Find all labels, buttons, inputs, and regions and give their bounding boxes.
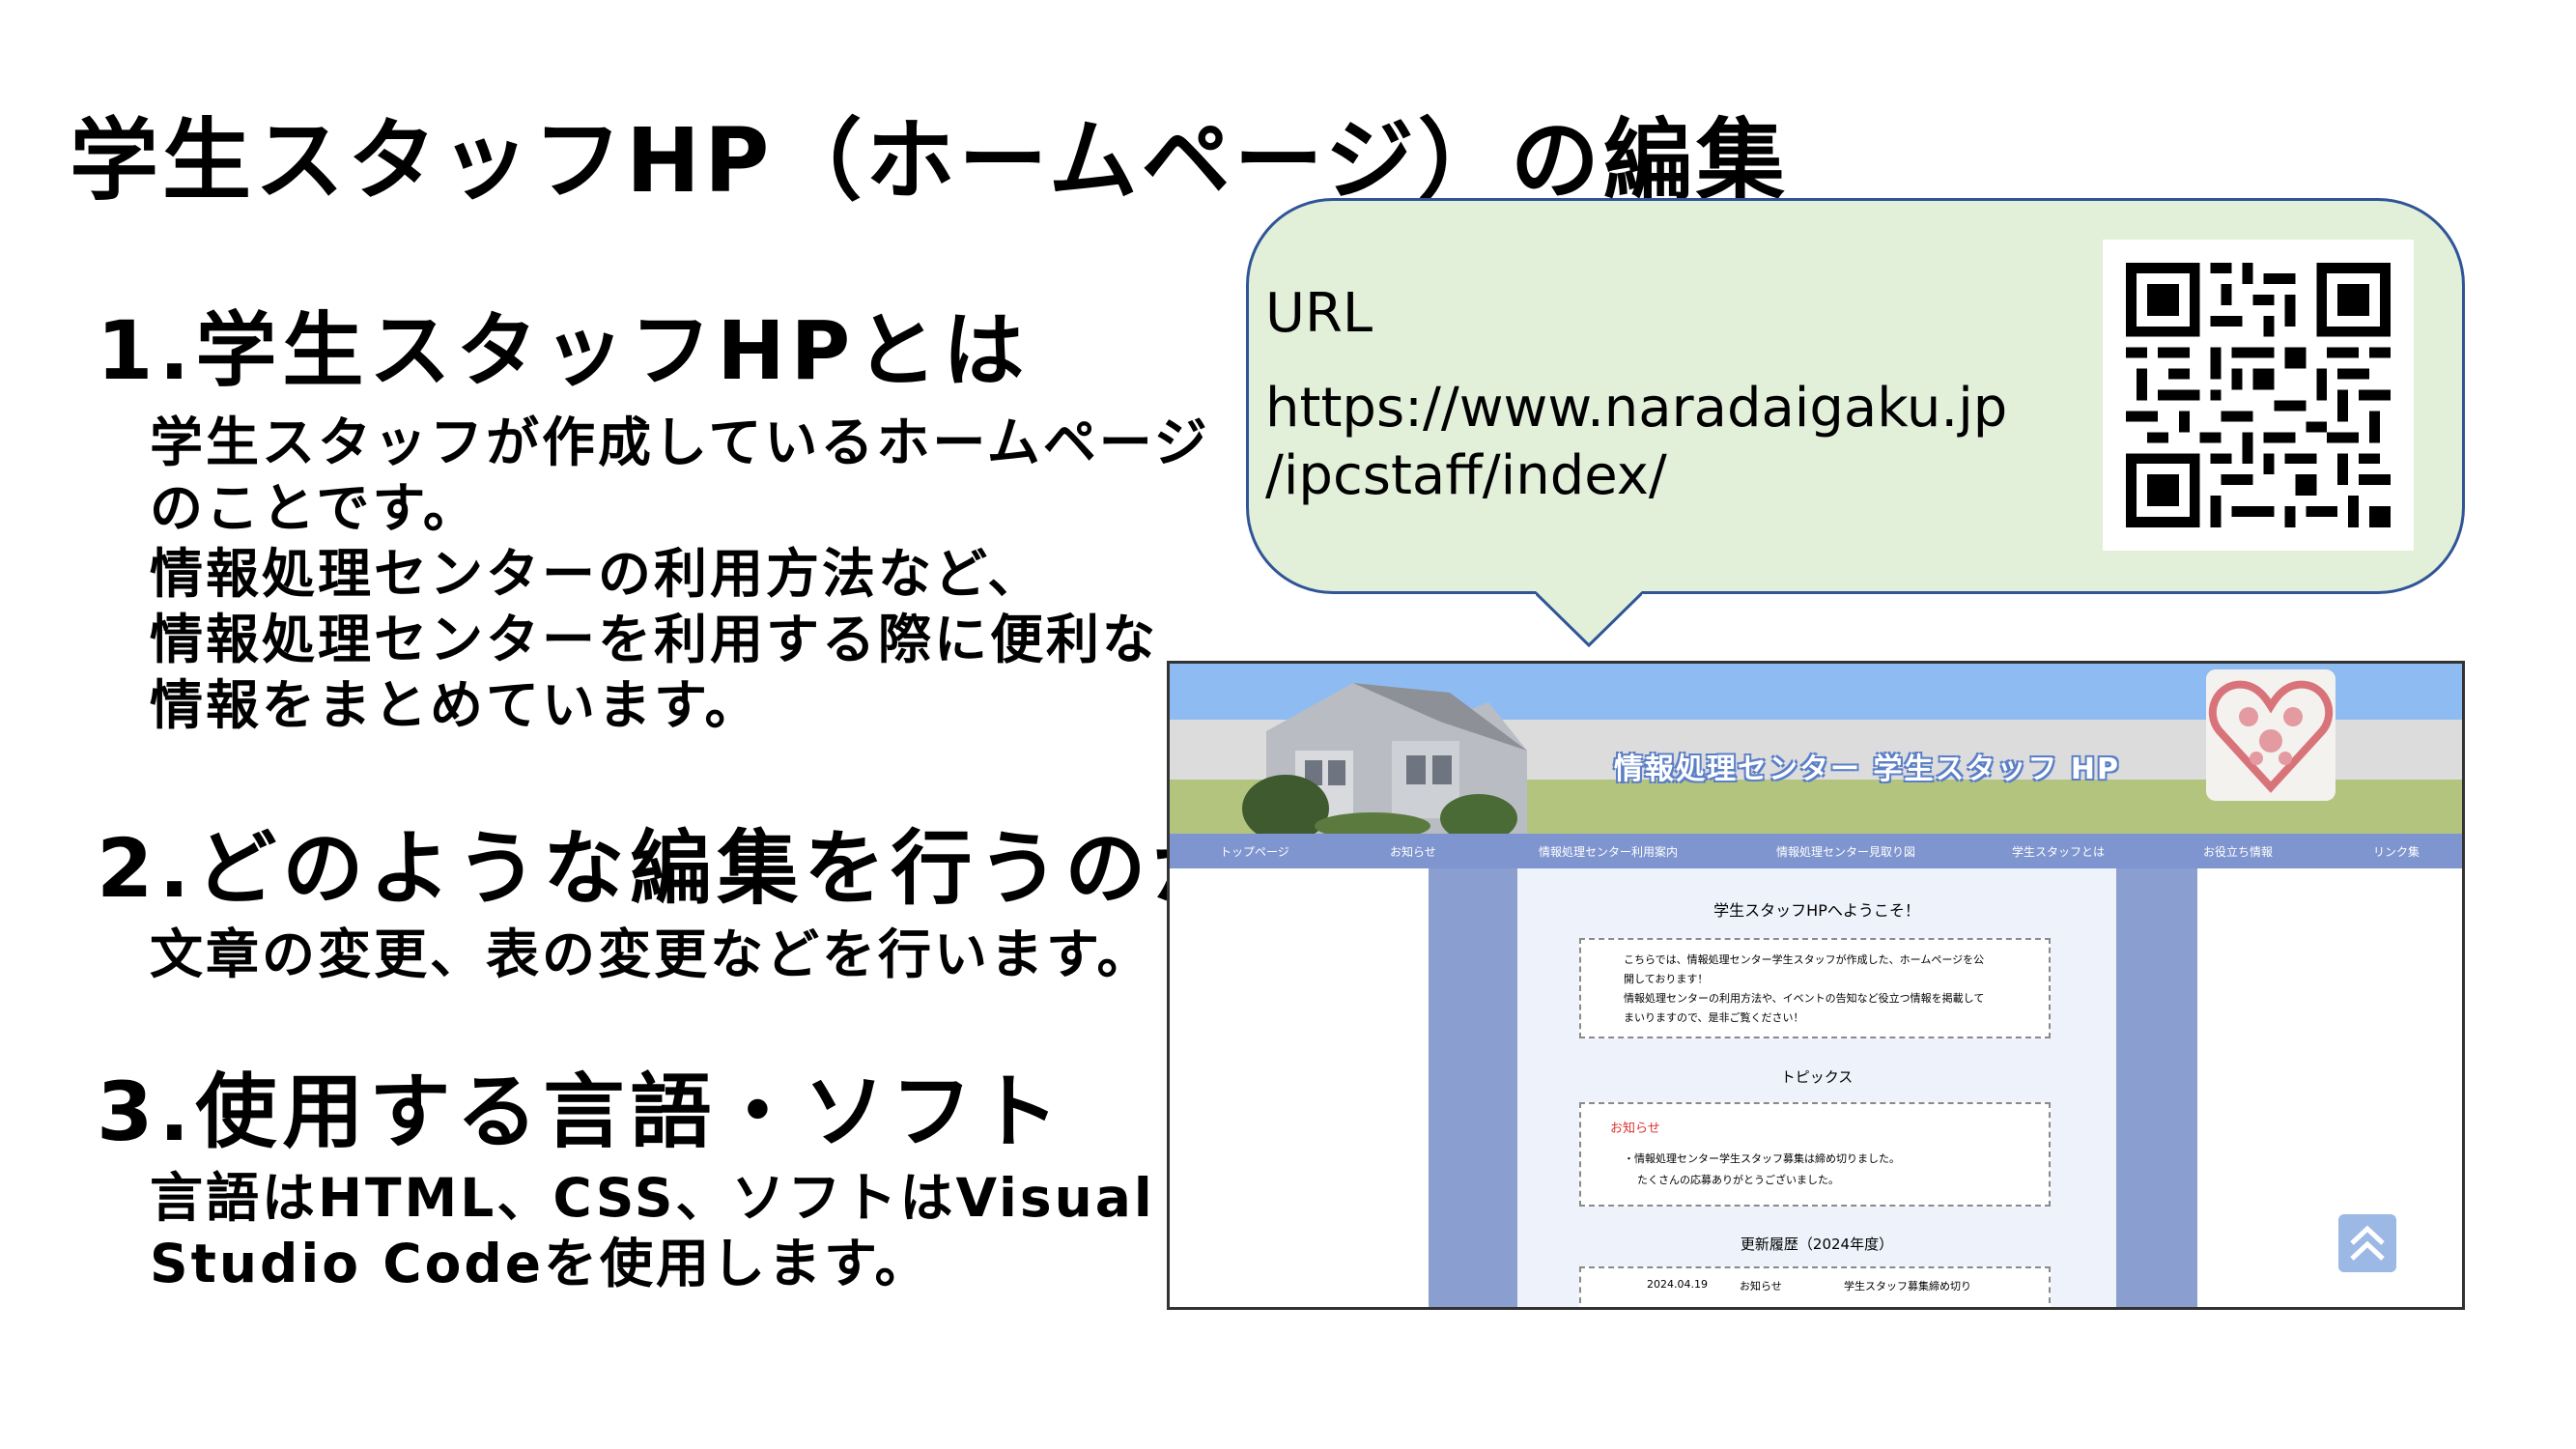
topics-heading: トピックス (1780, 1068, 1854, 1086)
notice-label: お知らせ (1610, 1122, 1660, 1136)
section-2-line: 文章の変更、表の変更などを行います。 (150, 923, 1153, 985)
section-3-line: Studio Codeを使用します。 (150, 1233, 931, 1294)
qr-code-icon (2126, 263, 2391, 527)
chevron-up-icon (2350, 1225, 2385, 1261)
welcome-line: 情報処理センターの利用方法や、イベントの告知など役立つ情報を掲載して (1624, 992, 1985, 1005)
site-left-column (1170, 868, 1429, 1307)
section-1-body: 学生スタッフが作成しているホームページ のことです。 情報処理センターの利用方法… (150, 410, 1210, 738)
nav-item-news[interactable]: お知らせ (1390, 843, 1436, 860)
url-line: /ipcstaff/index/ (1265, 444, 1667, 507)
section-2-heading: 2.どのような編集を行うのか (97, 821, 1239, 916)
url-line: https://www.naradaigaku.jp (1265, 377, 2008, 440)
site-banner: 情報処理センター 学生スタッフ HP (1170, 664, 2462, 834)
welcome-box: こちらでは、情報処理センター学生スタッフが作成した、ホームページを公 開しており… (1579, 938, 2051, 1038)
section-3-body: 言語はHTML、CSS、ソフトはVisual Studio Codeを使用します… (150, 1165, 1155, 1296)
website-screenshot: 情報処理センター 学生スタッフ HP トップページ お知らせ 情報処理センター利… (1167, 661, 2465, 1310)
site-nav: トップページ お知らせ 情報処理センター利用案内 情報処理センター見取り図 学生… (1170, 834, 2462, 868)
section-1-line: 情報をまとめています。 (150, 674, 761, 736)
url-label: URL (1265, 282, 1373, 345)
heart-stamp-image (2206, 669, 2335, 801)
site-banner-title: 情報処理センター 学生スタッフ HP (1614, 753, 2120, 786)
section-1-line: 学生スタッフが作成しているホームページ (150, 412, 1210, 473)
bubble-tail (1536, 591, 1642, 648)
notice-line: ・情報処理センター学生スタッフ募集は締め切りました。 (1624, 1152, 1900, 1165)
history-box: 2024.04.19 お知らせ 学生スタッフ募集締め切り (1579, 1266, 2051, 1307)
qr-code[interactable] (2103, 240, 2414, 551)
nav-item-guide[interactable]: 情報処理センター利用案内 (1539, 843, 1678, 860)
welcome-heading: 学生スタッフHPへようこそ！ (1713, 901, 1920, 920)
scroll-to-top-button[interactable] (2338, 1214, 2396, 1272)
url-text[interactable]: https://www.naradaigaku.jp /ipcstaff/ind… (1265, 375, 2007, 510)
section-1-line: のことです。 (150, 477, 479, 539)
section-1-line: 情報処理センターの利用方法など、 (150, 543, 1044, 605)
welcome-line: 開しております！ (1624, 973, 1709, 985)
section-1-heading: 1.学生スタッフHPとは (97, 303, 1031, 398)
section-2-body: 文章の変更、表の変更などを行います。 (150, 922, 1153, 987)
section-3-line: 言語はHTML、CSS、ソフトはVisual (150, 1167, 1155, 1229)
nav-item-top[interactable]: トップページ (1220, 843, 1289, 860)
site-right-column (2197, 868, 2462, 1307)
section-1-line: 情報処理センターを利用する際に便利な (150, 609, 1159, 670)
nav-item-links[interactable]: リンク集 (2373, 843, 2420, 860)
history-type: お知らせ (1740, 1280, 1782, 1293)
nav-item-tips[interactable]: お役立ち情報 (2203, 843, 2273, 860)
section-3-heading: 3.使用する言語・ソフト (97, 1065, 1065, 1159)
building-image (1242, 683, 1527, 834)
history-heading: 更新履歴（2024年度） (1740, 1236, 1894, 1253)
nav-item-about-staff[interactable]: 学生スタッフとは (2012, 843, 2105, 860)
welcome-line: まいりますので、是非ご覧ください！ (1624, 1011, 1804, 1024)
topics-box: お知らせ ・情報処理センター学生スタッフ募集は締め切りました。 たくさんの応募あ… (1579, 1102, 2051, 1207)
notice-line: たくさんの応募ありがとうございました。 (1637, 1174, 1839, 1186)
nav-item-map[interactable]: 情報処理センター見取り図 (1776, 843, 1915, 860)
history-text: 学生スタッフ募集締め切り (1844, 1280, 1971, 1293)
history-date: 2024.04.19 (1647, 1278, 1708, 1291)
site-main-content: 学生スタッフHPへようこそ！ こちらでは、情報処理センター学生スタッフが作成した… (1517, 868, 2116, 1307)
welcome-line: こちらでは、情報処理センター学生スタッフが作成した、ホームページを公 (1624, 953, 1985, 966)
